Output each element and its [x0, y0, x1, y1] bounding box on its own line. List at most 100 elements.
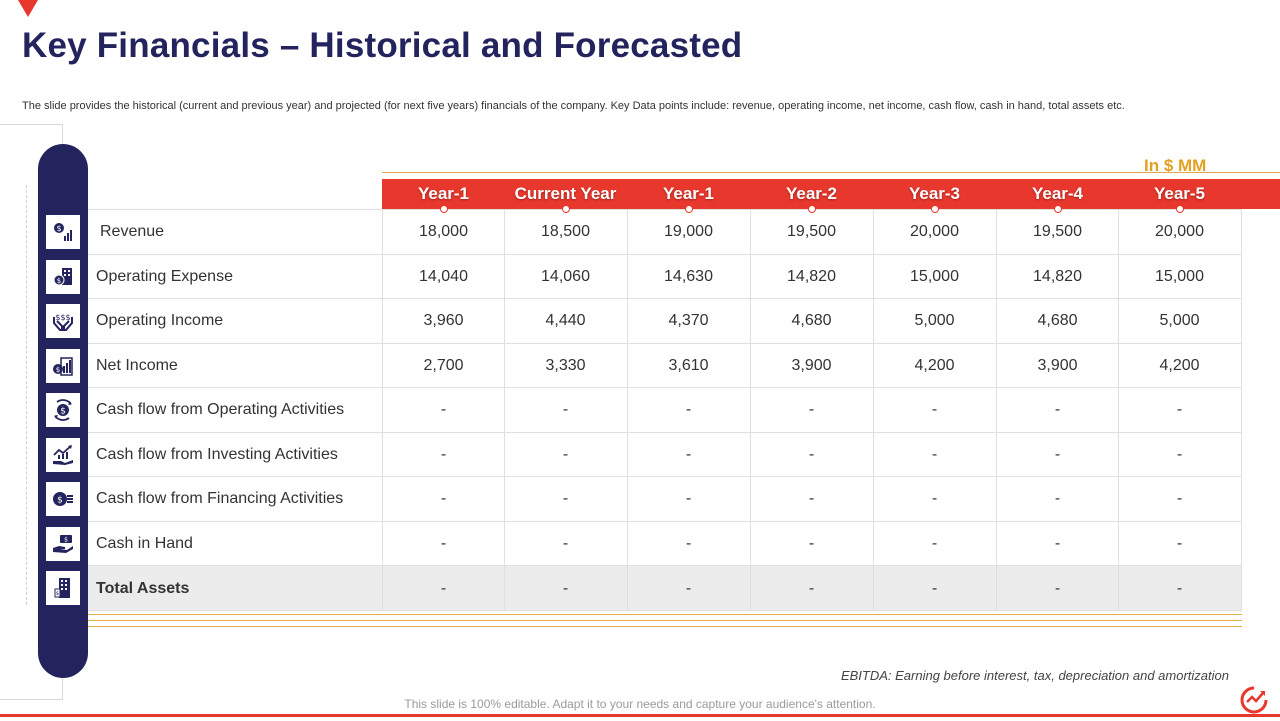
svg-text:$: $ — [56, 224, 61, 233]
row-divider — [88, 565, 1242, 566]
table-cell: - — [808, 535, 815, 552]
table-cell: - — [685, 535, 692, 552]
dollar-chart-icon: $ — [46, 215, 80, 249]
table-cell: 19,500 — [787, 223, 836, 240]
table-cell: 4,680 — [1037, 312, 1078, 329]
column-divider — [1241, 209, 1242, 611]
table-cell: 3,900 — [1037, 357, 1078, 374]
table-cell: - — [562, 446, 569, 463]
table-cell: - — [1054, 401, 1061, 418]
table-cell: - — [562, 580, 569, 597]
table-cell: - — [685, 580, 692, 597]
hand-growth-icon — [46, 438, 80, 472]
row-divider — [88, 521, 1242, 522]
svg-text:$: $ — [57, 277, 61, 285]
table-cell: - — [440, 401, 447, 418]
hand-cash-icon: $ — [46, 527, 80, 561]
table-cell: 14,040 — [419, 268, 468, 285]
table-cell: - — [562, 401, 569, 418]
table-cell: 18,500 — [541, 223, 590, 240]
coins-exchange-icon: $ — [46, 482, 80, 516]
dollar-cycle-icon: $ — [46, 393, 80, 427]
table-cell: - — [1176, 446, 1183, 463]
header-dot — [1176, 205, 1184, 213]
dashed-guide — [26, 185, 27, 605]
row-label-cash-in-hand: Cash in Hand — [96, 535, 193, 552]
row-label-revenue: Revenue — [100, 223, 165, 240]
table-cell: 15,000 — [1155, 268, 1204, 285]
table-cell: 20,000 — [910, 223, 959, 240]
table-cell: 4,680 — [791, 312, 832, 329]
table-cell: - — [931, 490, 938, 507]
gold-rule — [88, 626, 1242, 627]
table-cell: - — [1054, 490, 1061, 507]
header-dot — [562, 205, 570, 213]
table-cell: - — [685, 490, 692, 507]
table-cell: - — [685, 401, 692, 418]
table-cell: 14,060 — [541, 268, 590, 285]
row-divider — [88, 254, 1242, 255]
table-cell: 5,000 — [914, 312, 955, 329]
row-label-total-assets: Total Assets — [96, 580, 190, 597]
brand-logo-icon — [1238, 684, 1270, 716]
table-cell: - — [562, 490, 569, 507]
table-cell: 20,000 — [1155, 223, 1204, 240]
row-label-cf-financing: Cash flow from Financing Activities — [96, 490, 344, 507]
table-cell: - — [1054, 535, 1061, 552]
svg-text:$: $ — [60, 407, 66, 417]
header-dot — [685, 205, 693, 213]
row-label-cf-operating: Cash flow from Operating Activities — [96, 401, 345, 418]
table-cell: 19,000 — [664, 223, 713, 240]
footnote: EBITDA: Earning before interest, tax, de… — [840, 668, 1229, 683]
table-cell: - — [808, 580, 815, 597]
table-cell: 14,630 — [664, 268, 713, 285]
row-divider — [88, 387, 1242, 388]
hands-dollar-icon: $$$ — [46, 304, 80, 338]
unit-label: In $ MM — [1144, 156, 1207, 175]
disclaimer: This slide is 100% editable. Adapt it to… — [404, 697, 876, 711]
table-cell: - — [440, 580, 447, 597]
corner-marker — [18, 0, 38, 17]
building-dollar-icon: $ — [46, 571, 80, 605]
header-dot — [931, 205, 939, 213]
table-cell: - — [1176, 401, 1183, 418]
table-cell: - — [1176, 490, 1183, 507]
dollar-building-icon: $ — [46, 260, 80, 294]
row-label-operating-expense: Operating Expense — [96, 268, 233, 285]
table-cell: - — [1176, 535, 1183, 552]
table-cell: - — [931, 580, 938, 597]
table-cell: - — [808, 490, 815, 507]
svg-text:$: $ — [56, 366, 60, 374]
table-cell: 19,500 — [1033, 223, 1082, 240]
row-label-operating-income: Operating Income — [96, 312, 224, 329]
svg-text:$: $ — [56, 591, 59, 597]
row-divider — [88, 298, 1242, 299]
table-cell: 3,900 — [791, 357, 832, 374]
table-cell: - — [440, 490, 447, 507]
table-cell: 14,820 — [1033, 268, 1082, 285]
table-cell: 4,200 — [914, 357, 955, 374]
row-label-net-income: Net Income — [96, 357, 178, 374]
table-cell: - — [931, 446, 938, 463]
table-cell: 4,200 — [1159, 357, 1200, 374]
table-cell: - — [1054, 446, 1061, 463]
table-cell: - — [808, 446, 815, 463]
row-divider — [88, 476, 1242, 477]
table-cell: - — [808, 401, 815, 418]
header-dot — [808, 205, 816, 213]
table-cell: - — [440, 446, 447, 463]
table-cell: - — [1176, 580, 1183, 597]
table-cell: 14,820 — [787, 268, 836, 285]
row-divider — [88, 209, 1242, 210]
table-cell: 3,330 — [545, 357, 586, 374]
table-cell: 3,610 — [668, 357, 709, 374]
table-cell: - — [1054, 580, 1061, 597]
table-cell: - — [931, 401, 938, 418]
table-cell: - — [685, 446, 692, 463]
table-cell: 4,370 — [668, 312, 709, 329]
dollar-bars-icon: $ — [46, 349, 80, 383]
table-cell: 15,000 — [910, 268, 959, 285]
row-divider — [88, 610, 1242, 611]
table-cell: - — [440, 535, 447, 552]
table-cell: 2,700 — [423, 357, 464, 374]
